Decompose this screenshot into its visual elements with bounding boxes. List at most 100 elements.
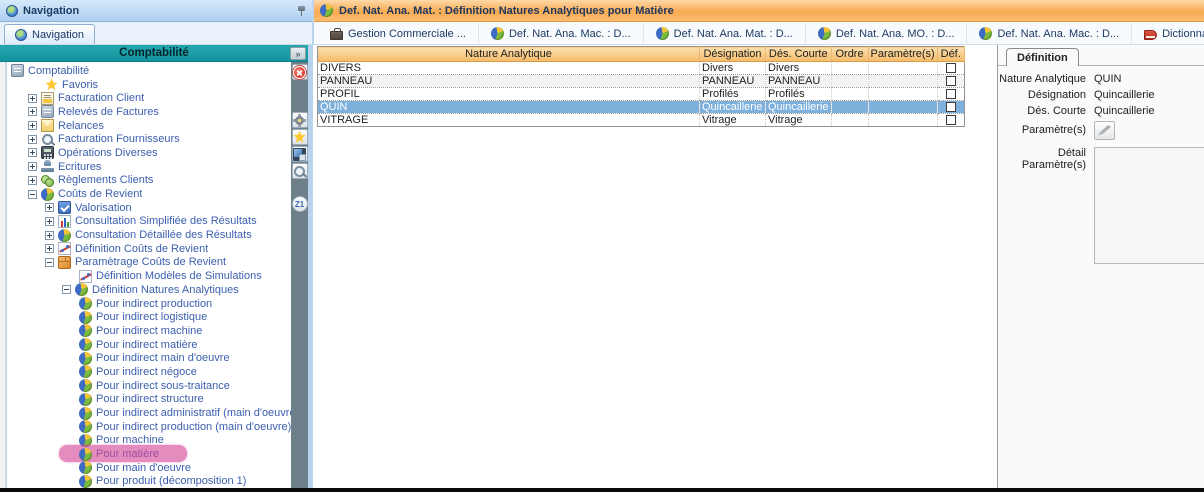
tree-item[interactable]: Coûts de Revient xyxy=(7,187,291,201)
collapse-icon[interactable] xyxy=(45,258,54,267)
def-checkbox[interactable] xyxy=(946,76,956,86)
expand-icon[interactable] xyxy=(45,217,54,226)
tree-item[interactable]: Pour indirect production (main d'oeuvre) xyxy=(7,420,291,434)
def-checkbox[interactable] xyxy=(946,89,956,99)
expand-icon[interactable] xyxy=(45,231,54,240)
tree-item[interactable]: Relances xyxy=(7,119,291,133)
tree-item-label: Consultation Détaillée des Résultats xyxy=(75,229,252,241)
column-header[interactable]: Nature Analytique xyxy=(318,47,700,62)
tree-item-label: Valorisation xyxy=(75,202,132,214)
expand-icon[interactable] xyxy=(28,148,37,157)
tree-item[interactable]: Valorisation xyxy=(7,201,291,215)
column-header[interactable]: Dés. Courte xyxy=(766,47,832,62)
document-tab[interactable]: Dictionnaire des Etapes xyxy=(1132,23,1204,44)
pin-icon[interactable] xyxy=(297,5,306,17)
tree-item[interactable]: Facturation Fournisseurs xyxy=(7,132,291,146)
tree-item[interactable]: Pour indirect production xyxy=(7,297,291,311)
document-tab[interactable]: Gestion Commerciale ... xyxy=(318,23,479,44)
tree-item[interactable]: Opérations Diverses xyxy=(7,146,291,160)
expand-icon[interactable] xyxy=(28,162,37,171)
tab-navigation[interactable]: Navigation xyxy=(4,24,95,44)
column-header[interactable]: Désignation xyxy=(700,47,766,62)
table-row[interactable]: QUINQuincaillerieQuincaillerie xyxy=(318,101,965,114)
pie-icon xyxy=(320,4,333,17)
tree-item[interactable]: Pour indirect main d'oeuvre xyxy=(7,351,291,365)
tree-item[interactable]: Pour indirect logistique xyxy=(7,310,291,324)
expand-icon[interactable] xyxy=(28,94,37,103)
document-tab[interactable]: Def. Nat. Ana. Mat. : D... xyxy=(644,23,806,44)
expand-icon[interactable] xyxy=(45,244,54,253)
tree-item[interactable]: Pour indirect matière xyxy=(7,338,291,352)
expand-icon[interactable] xyxy=(45,203,54,212)
tree-item[interactable]: Pour matière xyxy=(7,447,291,461)
tree-item[interactable]: Consultation Simplifiée des Résultats xyxy=(7,215,291,229)
table-row[interactable]: PANNEAUPANNEAUPANNEAU xyxy=(318,75,965,88)
pie-icon xyxy=(79,461,92,474)
tree-item[interactable]: Définition Modèles de Simulations xyxy=(7,269,291,283)
screen-button[interactable] xyxy=(292,146,308,162)
collapse-icon[interactable] xyxy=(28,190,37,199)
z1-button[interactable]: Z1 xyxy=(292,196,308,212)
tree-item[interactable]: Pour indirect négoce xyxy=(7,365,291,379)
expand-icon[interactable] xyxy=(28,176,37,185)
tree-item[interactable]: Définition Natures Analytiques xyxy=(7,283,291,297)
tree-item-label: Pour main d'oeuvre xyxy=(96,462,191,474)
tab-definition[interactable]: Définition xyxy=(1006,48,1079,66)
tree-item[interactable]: Pour indirect structure xyxy=(7,393,291,407)
favorite-button[interactable] xyxy=(292,129,308,145)
definition-field-row: Dés. CourteQuincaillerie xyxy=(998,103,1204,119)
pie-icon xyxy=(818,27,831,40)
tree-item[interactable]: Règlements Clients xyxy=(7,174,291,188)
flag-icon xyxy=(58,201,71,214)
tree-item[interactable]: Pour indirect administratif (main d'oeuv… xyxy=(7,406,291,420)
def-checkbox[interactable] xyxy=(946,63,956,73)
expand-icon[interactable] xyxy=(28,135,37,144)
document-tab[interactable]: Def. Nat. Ana. Mac. : D... xyxy=(967,23,1132,44)
document-tab[interactable]: Def. Nat. Ana. MO. : D... xyxy=(806,23,968,44)
tree-item[interactable]: Pour indirect machine xyxy=(7,324,291,338)
tree-item-label: Définition Coûts de Revient xyxy=(75,243,208,255)
tree-item[interactable]: Comptabilité xyxy=(7,64,291,78)
tree-item-label: Définition Natures Analytiques xyxy=(92,284,239,296)
expand-icon[interactable] xyxy=(28,121,37,130)
pie-icon xyxy=(79,379,92,392)
tree-item[interactable]: Pour main d'oeuvre xyxy=(7,461,291,475)
column-header[interactable]: Ordre xyxy=(831,47,868,62)
parameters-row: Paramètre(s) xyxy=(998,119,1204,141)
column-header[interactable]: Déf. xyxy=(937,47,964,62)
parameters-button[interactable] xyxy=(1094,121,1115,140)
tree-item[interactable]: Facturation Client xyxy=(7,91,291,105)
field-label: Désignation xyxy=(998,89,1086,101)
search-button[interactable] xyxy=(292,163,308,179)
close-button[interactable] xyxy=(292,64,308,80)
collapse-panel-button[interactable]: » xyxy=(290,47,306,60)
def-checkbox[interactable] xyxy=(946,102,956,112)
tree-item[interactable]: Consultation Détaillée des Résultats xyxy=(7,228,291,242)
tree-item[interactable]: Ecritures xyxy=(7,160,291,174)
tree-item-label: Favoris xyxy=(62,79,98,91)
column-header[interactable]: Paramètre(s) xyxy=(868,47,937,62)
nav-tab-label: Navigation xyxy=(32,29,84,41)
pie-icon xyxy=(79,365,92,378)
expand-icon[interactable] xyxy=(28,107,37,116)
tree-item-label: Comptabilité xyxy=(28,65,89,77)
ledger-icon xyxy=(11,64,24,77)
document-tab-label: Gestion Commerciale ... xyxy=(348,28,466,40)
pie-icon xyxy=(79,324,92,337)
tree-item[interactable]: Définition Coûts de Revient xyxy=(7,242,291,256)
document-tab[interactable]: Def. Nat. Ana. Mac. : D... xyxy=(479,23,644,44)
tree-item[interactable]: Pour indirect sous-traitance xyxy=(7,379,291,393)
table-row[interactable]: PROFILProfilésProfilés xyxy=(318,88,965,101)
def-checkbox[interactable] xyxy=(946,115,956,125)
detail-parameters-box[interactable] xyxy=(1094,147,1204,264)
tree-item[interactable]: Paramètrage Coûts de Revient xyxy=(7,256,291,270)
tree-item[interactable]: Pour machine xyxy=(7,434,291,448)
settings-button[interactable] xyxy=(292,112,308,128)
tree-item[interactable]: Pour produit (décomposition 1) xyxy=(7,475,291,488)
table-cell: Profilés xyxy=(700,88,766,101)
tree-item[interactable]: Favoris xyxy=(7,78,291,92)
collapse-icon[interactable] xyxy=(62,285,71,294)
tree-item[interactable]: Relevés de Factures xyxy=(7,105,291,119)
table-row[interactable]: VITRAGEVitrageVitrage xyxy=(318,114,965,127)
table-row[interactable]: DIVERSDiversDivers xyxy=(318,62,965,75)
